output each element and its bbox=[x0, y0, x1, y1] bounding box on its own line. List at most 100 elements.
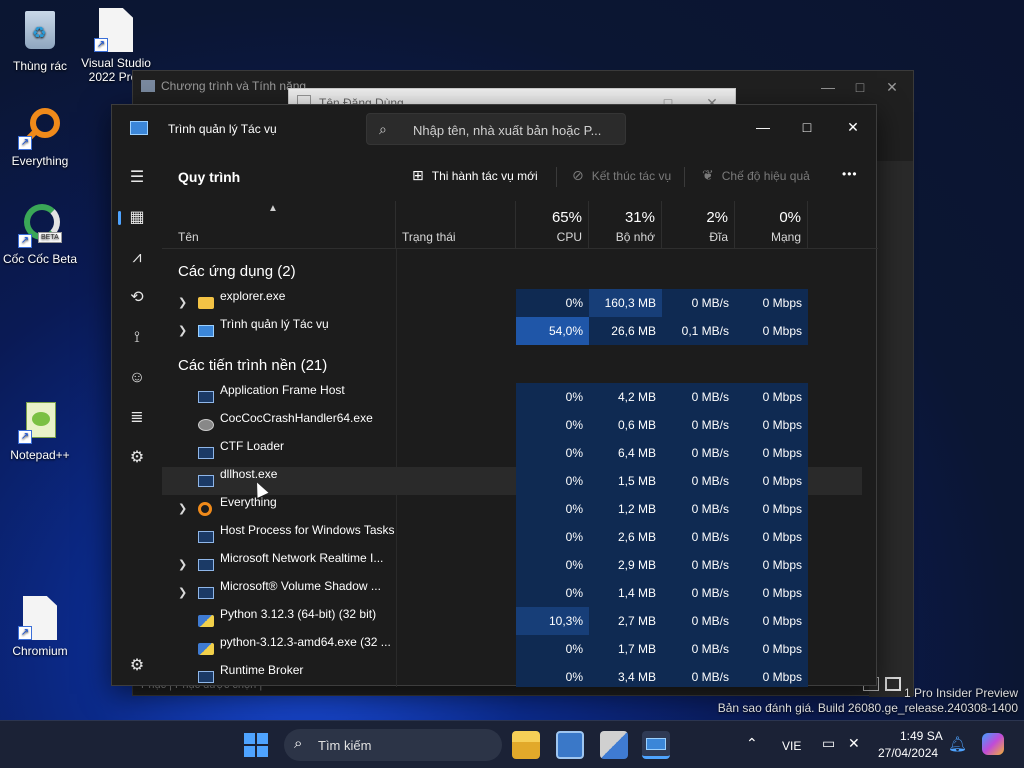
network-value: 0 Mbps bbox=[735, 635, 808, 663]
new-task-button[interactable]: ⊞ Thi hành tác vụ mới bbox=[412, 167, 538, 184]
python-icon bbox=[198, 615, 214, 627]
desktop-icon-chromium[interactable]: ↗ Chromium bbox=[0, 596, 80, 658]
more-options-button[interactable]: ••• bbox=[842, 167, 858, 181]
desktop-icon-notepadpp[interactable]: ↗ Notepad++ bbox=[0, 400, 80, 462]
window-icon bbox=[198, 475, 214, 487]
cpu-value: 0% bbox=[516, 663, 589, 687]
file-explorer-icon[interactable] bbox=[512, 731, 540, 759]
network-value: 0 Mbps bbox=[735, 439, 808, 467]
column-header-cpu[interactable]: 65% CPU bbox=[516, 201, 589, 249]
everything-icon: ↗ bbox=[18, 106, 62, 150]
shortcut-arrow-icon: ↗ bbox=[18, 626, 32, 640]
table-row[interactable]: python-3.12.3-amd64.exe (32 ... 0% 1,7 MB 0… bbox=[162, 635, 862, 663]
shortcut-arrow-icon: ↗ bbox=[18, 234, 32, 248]
close-button[interactable]: ✕ bbox=[877, 75, 907, 99]
process-table: ▲ Tên Trạng thái 65% CPU 31% Bộ nhớ 2% Đ… bbox=[162, 201, 878, 687]
settings-icon[interactable]: ⚙ bbox=[122, 651, 152, 681]
page-title: Quy trình bbox=[178, 169, 241, 185]
gear-icon bbox=[198, 419, 214, 431]
expand-chevron-icon[interactable]: ❯ bbox=[178, 551, 187, 579]
table-row[interactable]: ❯ Everything 0% 1,2 MB 0 MB/s 0 Mbps bbox=[162, 495, 862, 523]
desktop-icon-coccoc[interactable]: BETA ↗ Cốc Cốc Beta bbox=[0, 204, 80, 266]
desktop-icon-recycle-bin[interactable]: ♻ Thùng rác bbox=[0, 8, 80, 73]
desktop-icon-everything[interactable]: ↗ Everything bbox=[0, 106, 80, 168]
table-row[interactable]: ❯ explorer.exe 0% 160,3 MB 0 MB/s 0 Mbps bbox=[162, 289, 862, 317]
coccoc-icon: BETA ↗ bbox=[18, 204, 62, 248]
table-row[interactable]: ❯ Microsoft® Volume Shadow ... 0% 1,4 MB 0 M… bbox=[162, 579, 862, 607]
taskbar-search[interactable]: ⌕ Tìm kiếm bbox=[284, 729, 502, 761]
network-value: 0 Mbps bbox=[735, 383, 808, 411]
start-button[interactable] bbox=[244, 733, 268, 757]
process-status bbox=[396, 607, 516, 635]
processes-icon[interactable]: ▦ bbox=[118, 203, 152, 233]
menu-icon[interactable]: ☰ bbox=[122, 163, 152, 193]
column-label: Bộ nhớ bbox=[615, 230, 655, 244]
expand-chevron-icon[interactable]: ❯ bbox=[178, 495, 187, 523]
disk-value: 0,1 MB/s bbox=[662, 317, 735, 345]
expand-chevron-icon[interactable]: ❯ bbox=[178, 317, 187, 345]
copilot-icon[interactable] bbox=[982, 733, 1004, 755]
expand-chevron-icon[interactable]: ❯ bbox=[178, 289, 187, 317]
file-icon: ↗ bbox=[18, 596, 62, 640]
search-input[interactable]: ⌕ Nhập tên, nhà xuất bản hoặc P... bbox=[366, 113, 626, 145]
memory-value: 2,6 MB bbox=[589, 523, 662, 551]
efficiency-mode-button[interactable]: ❦ Chế độ hiệu quả bbox=[702, 167, 810, 184]
table-row[interactable]: Runtime Broker 0% 3,4 MB 0 MB/s 0 Mbps bbox=[162, 663, 862, 687]
table-row[interactable]: Application Frame Host 0% 4,2 MB 0 MB/s 0 Mb… bbox=[162, 383, 862, 411]
desktop-icon-label: Everything bbox=[11, 154, 69, 168]
minimize-button[interactable]: — bbox=[813, 75, 843, 99]
column-header-network[interactable]: 0% Mạng bbox=[735, 201, 808, 249]
table-row[interactable]: ❯ Trình quản lý Tác vụ 54,0% 26,6 MB 0,1 MB/… bbox=[162, 317, 862, 345]
maximize-button[interactable]: □ bbox=[792, 115, 822, 139]
table-row[interactable]: ❯ Microsoft Network Realtime I... 0% 2,9 MB… bbox=[162, 551, 862, 579]
details-icon[interactable]: ≣ bbox=[122, 403, 152, 433]
services-icon[interactable]: ⚙ bbox=[122, 443, 152, 473]
window-title: Trình quản lý Tác vụ bbox=[168, 122, 277, 136]
app-history-icon[interactable]: ⟲ bbox=[122, 283, 152, 313]
window-icon bbox=[198, 671, 214, 683]
end-task-button[interactable]: ⊘ Kết thúc tác vụ bbox=[572, 167, 671, 184]
task-manager-taskbar-icon[interactable] bbox=[642, 731, 670, 759]
clock-time[interactable]: 1:49 SA bbox=[900, 729, 943, 743]
task-manager-icon bbox=[198, 325, 214, 337]
disk-value: 0 MB/s bbox=[662, 523, 735, 551]
column-header-memory[interactable]: 31% Bộ nhớ bbox=[589, 201, 662, 249]
expand-chevron-icon[interactable]: ❯ bbox=[178, 579, 187, 607]
maximize-button[interactable]: □ bbox=[845, 75, 875, 99]
control-panel-icon[interactable] bbox=[556, 731, 584, 759]
new-task-icon: ⊞ bbox=[412, 167, 424, 183]
process-name: dllhost.exe bbox=[220, 467, 278, 481]
network-icon[interactable]: ▭ bbox=[822, 735, 835, 752]
taskbar-search-label: Tìm kiếm bbox=[318, 738, 372, 753]
startup-apps-icon[interactable]: ⟟ bbox=[122, 323, 152, 353]
table-row[interactable]: CocCocCrashHandler64.exe 0% 0,6 MB 0 MB/s 0 … bbox=[162, 411, 862, 439]
table-row[interactable]: CTF Loader 0% 6,4 MB 0 MB/s 0 Mbps bbox=[162, 439, 862, 467]
network-value: 0 Mbps bbox=[735, 495, 808, 523]
users-icon[interactable]: ☺ bbox=[122, 363, 152, 393]
clock-date[interactable]: 27/04/2024 bbox=[878, 746, 938, 760]
column-header-disk[interactable]: 2% Đĩa bbox=[662, 201, 735, 249]
table-row[interactable]: Host Process for Windows Tasks 0% 2,6 MB 0 … bbox=[162, 523, 862, 551]
desktop-icon-label: Chromium bbox=[12, 644, 68, 658]
notification-bell-icon[interactable]: 🔔︎ bbox=[948, 735, 967, 753]
show-hidden-icons-button[interactable]: ⌃ bbox=[746, 735, 758, 752]
installer-icon[interactable] bbox=[600, 731, 628, 759]
column-header-name[interactable]: ▲ Tên bbox=[162, 201, 396, 249]
memory-value: 26,6 MB bbox=[589, 317, 662, 345]
tiles-view-icon[interactable] bbox=[885, 677, 901, 691]
task-manager-window[interactable]: Trình quản lý Tác vụ ⌕ Nhập tên, nhà xuấ… bbox=[111, 104, 878, 687]
minimize-button[interactable]: — bbox=[748, 115, 778, 139]
cpu-value: 0% bbox=[516, 635, 589, 663]
close-button[interactable]: ✕ bbox=[838, 115, 868, 139]
process-status bbox=[396, 663, 516, 687]
title-bar[interactable]: Trình quản lý Tác vụ ⌕ Nhập tên, nhà xuấ… bbox=[112, 105, 876, 153]
column-header-status[interactable]: Trạng thái bbox=[396, 201, 516, 249]
table-row[interactable]: Python 3.12.3 (64-bit) (32 bit) 10,3% 2,7 … bbox=[162, 607, 862, 635]
memory-value: 160,3 MB bbox=[589, 289, 662, 317]
language-indicator[interactable]: VIE bbox=[782, 739, 801, 753]
volume-muted-icon[interactable]: ✕ bbox=[848, 735, 860, 752]
performance-icon[interactable]: ⩘ bbox=[122, 243, 152, 273]
memory-value: 1,2 MB bbox=[589, 495, 662, 523]
process-name: Microsoft Network Realtime I... bbox=[220, 551, 384, 565]
cpu-total: 65% bbox=[551, 209, 582, 226]
